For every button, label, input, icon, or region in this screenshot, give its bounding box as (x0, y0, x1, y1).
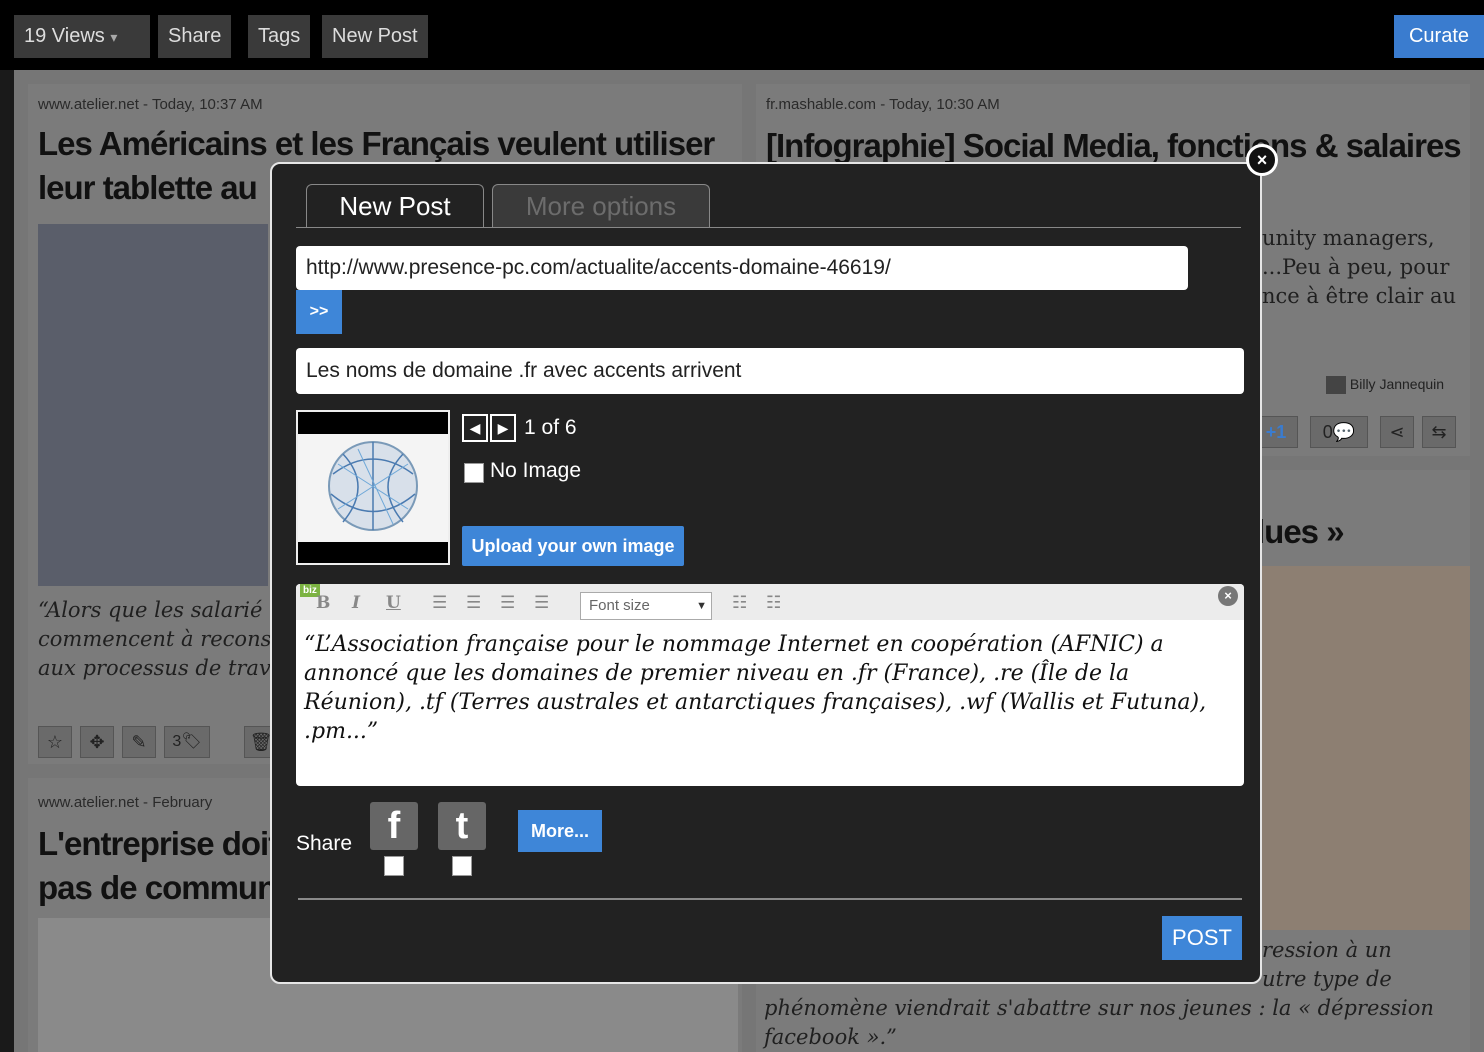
views-label: 19 Views (24, 25, 105, 47)
tag-count: 3 (172, 733, 182, 750)
top-bar: 19 Views ▾ Share Tags New Post Curate (0, 0, 1484, 70)
post-title[interactable]: Les Américains et les Français veulent u… (38, 122, 715, 166)
comment-icon: 💬 (1332, 422, 1356, 442)
upload-image-button[interactable]: Upload your own image (462, 526, 684, 566)
post-title[interactable]: lues » (1256, 510, 1345, 554)
editor-content[interactable]: “L’Association française pour le nommage… (304, 630, 1234, 746)
tag-icon: 🏷 (181, 733, 202, 750)
prev-image-button[interactable]: ◀ (462, 414, 488, 442)
font-size-select[interactable]: Font size ▼ (580, 592, 712, 620)
comment-count: 0 (1322, 422, 1333, 442)
title-input[interactable]: Les noms de domaine .fr avec accents arr… (296, 348, 1244, 394)
move-icon[interactable]: ✥ (80, 726, 114, 758)
post-actions: ☆ ✥ ✎ 3🏷 🗑 (38, 726, 278, 758)
post-title-line2[interactable]: leur tablette au (38, 166, 258, 210)
divider (298, 898, 1242, 900)
twitter-icon[interactable]: t (438, 802, 486, 850)
post-title[interactable]: L'entreprise doit (38, 822, 279, 866)
fetch-url-button[interactable]: >> (296, 290, 342, 334)
post-title-line2[interactable]: pas de communi (38, 866, 285, 910)
url-input[interactable]: http://www.presence-pc.com/actualite/acc… (296, 246, 1188, 290)
post-quote-line: ression à un (1262, 938, 1392, 962)
tab-divider (296, 227, 1241, 228)
post-quote-line: facebook ».” (764, 1025, 897, 1049)
tab-new-post[interactable]: New Post (306, 184, 484, 228)
pencil-icon[interactable]: ✎ (122, 726, 156, 758)
post-source: www.atelier.net - February (38, 794, 213, 811)
post-image (1262, 566, 1470, 930)
bold-button[interactable]: B (316, 593, 330, 613)
author-name: Billy Jannequin (1349, 376, 1445, 392)
align-center-icon[interactable]: ☰ (466, 593, 481, 613)
rescoop-icon[interactable]: ⇆ (1422, 416, 1456, 448)
no-image-checkbox[interactable] (464, 463, 484, 483)
chevron-down-icon: ▾ (110, 29, 118, 45)
more-share-button[interactable]: More... (518, 810, 602, 852)
post-quote-line: utre type de (1262, 967, 1392, 991)
chevron-down-icon: ▼ (696, 600, 707, 612)
new-post-button[interactable]: New Post (322, 15, 428, 58)
avatar (1326, 376, 1346, 395)
close-icon[interactable]: × (1218, 586, 1238, 606)
font-size-label: Font size (589, 597, 650, 614)
globe-image (298, 434, 448, 542)
author[interactable]: Billy Jannequin (1326, 376, 1445, 395)
new-post-dialog: New Post More options http://www.presenc… (270, 162, 1262, 984)
image-counter: 1 of 6 (524, 416, 577, 439)
post-text-line: nce à être clair au (1262, 284, 1457, 308)
post-quote-line: aux processus de trav (38, 656, 271, 680)
share-icon[interactable]: ⋖ (1380, 416, 1414, 448)
comments-button[interactable]: 0💬 (1310, 416, 1368, 448)
network-globe-icon (328, 441, 418, 531)
italic-button[interactable]: I (352, 593, 360, 613)
justify-icon[interactable]: ☰ (534, 593, 549, 613)
post-image (38, 224, 268, 586)
post-source: fr.mashable.com - Today, 10:30 AM (766, 96, 1000, 113)
underline-button[interactable]: U (386, 593, 401, 613)
bullet-list-icon[interactable]: ☷ (732, 593, 747, 613)
next-image-button[interactable]: ▶ (490, 414, 516, 442)
post-button[interactable]: POST (1162, 916, 1242, 960)
no-image-label: No Image (490, 459, 582, 482)
post-quote-line: commencent à recons (38, 627, 272, 651)
views-dropdown[interactable]: 19 Views ▾ (14, 15, 150, 58)
close-dialog-icon[interactable]: × (1246, 144, 1278, 176)
numbered-list-icon[interactable]: ☷ (766, 593, 781, 613)
post-text-line: unity managers, (1262, 226, 1435, 250)
post-text-line: ...Peu à peu, pour (1262, 255, 1450, 279)
post-quote-line: “Alors que les salarié (38, 598, 263, 622)
align-right-icon[interactable]: ☰ (500, 593, 515, 613)
share-label: Share (296, 832, 353, 855)
twitter-checkbox[interactable] (452, 856, 472, 876)
share-button[interactable]: Share (158, 15, 232, 58)
facebook-checkbox[interactable] (384, 856, 404, 876)
tag-count-button[interactable]: 3🏷 (164, 726, 210, 758)
facebook-icon[interactable]: f (370, 802, 418, 850)
rich-text-editor[interactable]: biz B I U ☰ ☰ ☰ ☰ Font size ▼ ☷ ☷ × “L’A… (296, 584, 1244, 786)
star-icon[interactable]: ☆ (38, 726, 72, 758)
editor-toolbar: biz B I U ☰ ☰ ☰ ☰ Font size ▼ ☷ ☷ × (296, 584, 1244, 620)
tab-more-options[interactable]: More options (492, 184, 710, 228)
curate-button[interactable]: Curate (1394, 15, 1484, 58)
align-left-icon[interactable]: ☰ (432, 593, 447, 613)
tags-button[interactable]: Tags (248, 15, 311, 58)
post-quote-line: phénomène viendrait s'abattre sur nos je… (764, 996, 1434, 1020)
post-source: www.atelier.net - Today, 10:37 AM (38, 96, 263, 113)
image-preview (296, 410, 450, 565)
